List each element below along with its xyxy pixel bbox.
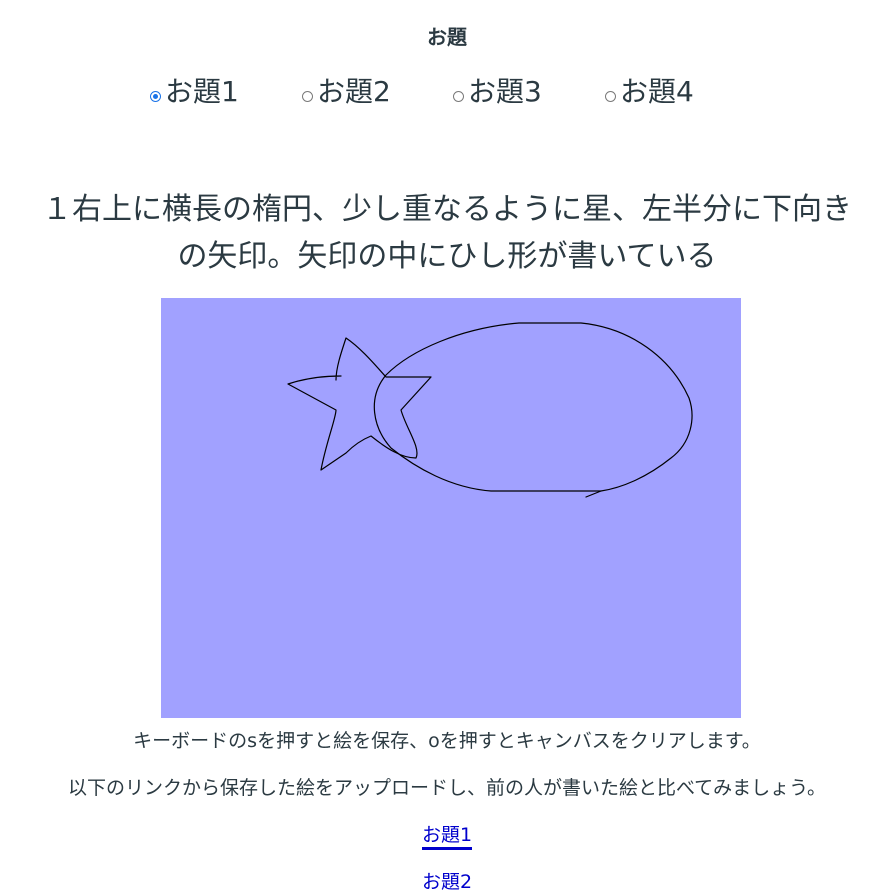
prompt-line-2: の矢印。矢印の中にひし形が書いている [177,239,717,274]
radio-topic-4[interactable]: お題4 [605,74,694,110]
star-stroke [287,337,432,471]
radio-label: お題1 [165,75,239,108]
radio-button-icon[interactable] [302,90,313,102]
ellipse-stroke [373,322,693,492]
ellipse-tail-stroke [585,490,602,498]
topic-link-1[interactable]: お題1 [421,824,473,850]
page-heading: お題 [427,25,467,49]
radio-topic-3[interactable]: お題3 [453,74,542,110]
drawing-strokes [287,322,693,498]
topic-radio-group: お題1 お題2 お題3 お題4 [0,74,894,114]
drawing-canvas[interactable] [161,298,741,718]
radio-topic-2[interactable]: お題2 [302,74,391,110]
radio-label: お題4 [620,75,694,108]
radio-button-icon[interactable] [453,90,464,102]
topic-link-2[interactable]: お題2 [422,871,472,893]
topic-link-1-container: お題1 [0,822,894,850]
radio-topic-1[interactable]: お題1 [150,74,239,110]
drawing-prompt: １右上に横長の楕円、少し重なるように星、左半分に下向き の矢印。矢印の中にひし形… [0,186,894,280]
instruction-keyboard: キーボードのsを押すと絵を保存、oを押すとキャンバスをクリアします。 [133,730,761,752]
radio-label: お題2 [317,75,391,108]
prompt-line-1: １右上に横長の楕円、少し重なるように星、左半分に下向き [42,192,852,227]
radio-label: お題3 [468,75,542,108]
radio-button-icon[interactable] [605,90,616,102]
radio-button-checked-icon[interactable] [150,90,161,102]
topic-link-2-container: お題2 [0,869,894,894]
instruction-upload: 以下のリンクから保存した絵をアップロードし、前の人が書いた絵と比べてみましょう。 [67,777,827,799]
